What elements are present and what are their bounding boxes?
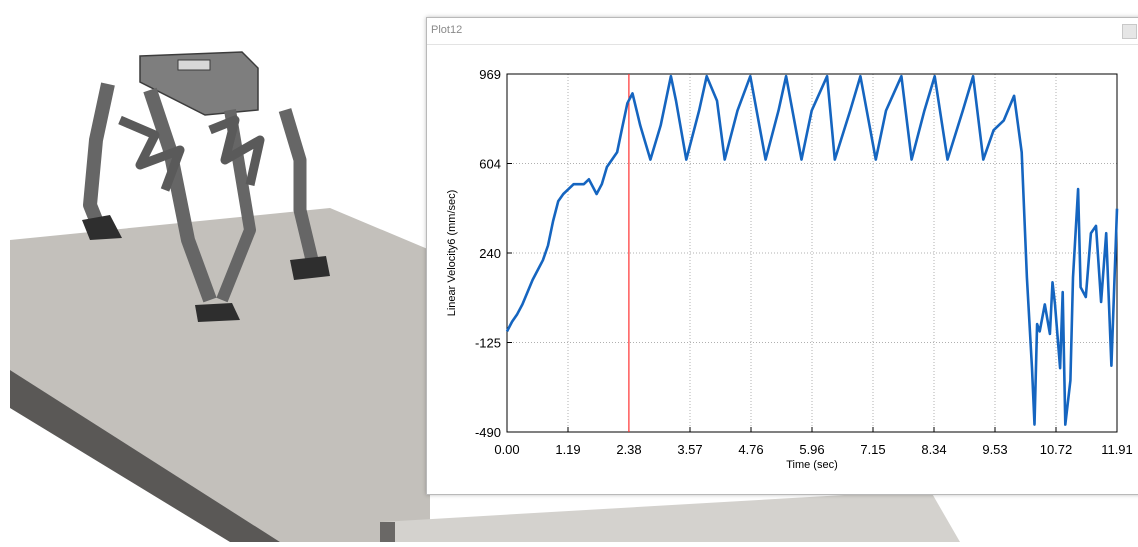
velocity-line-chart: 969 604 240 -125 -490 0.00 1.19 2.38 3.57 4.76 5.… bbox=[446, 67, 1133, 471]
y-axis-label: Linear Velocity6 (mm/sec) bbox=[446, 190, 458, 317]
x-tick-label: 7.15 bbox=[860, 442, 885, 457]
x-tick-label: 2.38 bbox=[616, 442, 641, 457]
y-tick-label: 240 bbox=[479, 246, 501, 261]
robot-linkage-zigzag-left bbox=[118, 115, 185, 192]
plot-window[interactable]: Plot12 969 604 240 -125 -490 0.00 1.19 2.38 3.5… bbox=[426, 17, 1138, 495]
y-tick-label: 604 bbox=[479, 157, 501, 172]
x-tick-label: 1.19 bbox=[555, 442, 580, 457]
y-tick-label: -125 bbox=[475, 336, 501, 351]
x-tick-label: 8.34 bbox=[921, 442, 946, 457]
robot-top-slot bbox=[177, 59, 211, 71]
x-tick-label: 5.96 bbox=[799, 442, 824, 457]
floor-plate-top bbox=[10, 208, 430, 542]
x-axis-label: Time (sec) bbox=[786, 459, 838, 471]
y-tick-label: 969 bbox=[479, 67, 501, 82]
x-tick-label: 4.76 bbox=[738, 442, 763, 457]
y-tick-label: -490 bbox=[475, 425, 501, 440]
robot-left-rear-leg bbox=[83, 82, 115, 233]
lower-plate bbox=[380, 490, 960, 542]
x-tick-label: 9.53 bbox=[982, 442, 1007, 457]
y-axis-ticks: 969 604 240 -125 -490 bbox=[475, 67, 512, 440]
x-tick-label: 10.72 bbox=[1040, 442, 1073, 457]
robot-foot-front bbox=[195, 303, 240, 322]
lower-plate-edge bbox=[380, 522, 395, 542]
x-tick-label: 3.57 bbox=[677, 442, 702, 457]
x-tick-label: 11.91 bbox=[1101, 442, 1133, 457]
robot-foot-right-rear bbox=[290, 256, 330, 280]
x-tick-label: 0.00 bbox=[494, 442, 519, 457]
